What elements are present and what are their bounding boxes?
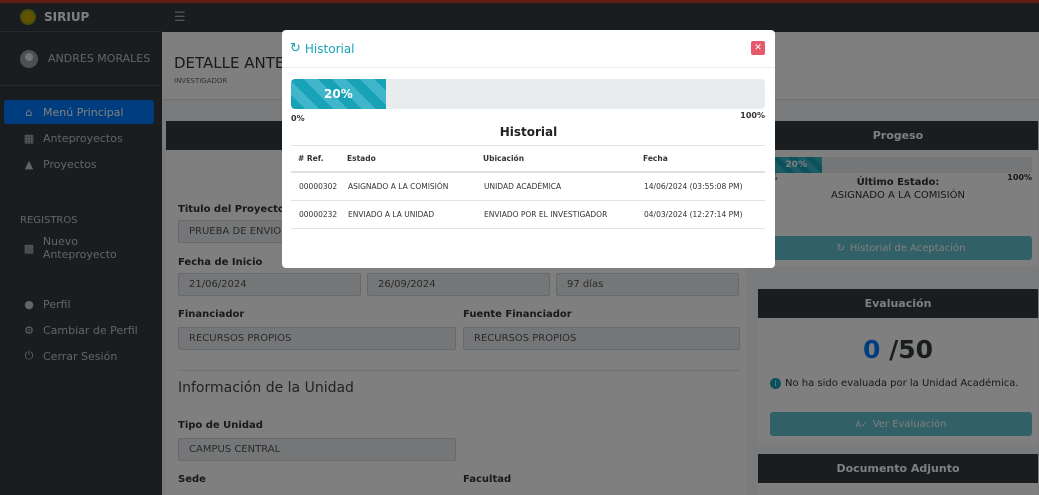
modal-header: ↻ Historial ✕ bbox=[282, 30, 775, 68]
table-cell: 00000302 bbox=[299, 182, 338, 191]
table-row: 00000302 ASIGNADO A LA COMISIÓN UNIDAD A… bbox=[291, 173, 765, 201]
table-cell: ASIGNADO A LA COMISIÓN bbox=[348, 182, 449, 191]
modal-progress-bar: 20% bbox=[291, 79, 765, 109]
table-cell: ENVIADO POR EL INVESTIGADOR bbox=[484, 210, 608, 219]
column-header: Fecha bbox=[643, 154, 668, 163]
column-header: Estado bbox=[347, 154, 376, 163]
progress-max-label: 100% bbox=[740, 111, 765, 120]
table-header-row: # Ref. Estado Ubicación Fecha bbox=[291, 145, 765, 173]
table-row: 00000232 ENVIADO A LA UNIDAD ENVIADO POR… bbox=[291, 201, 765, 229]
historial-modal: ↻ Historial ✕ 20% 0% 100% Historial # Re… bbox=[282, 30, 775, 268]
column-header: Ubicación bbox=[483, 154, 525, 163]
table-cell: UNIDAD ACADÉMICA bbox=[484, 182, 562, 191]
table-cell: 00000232 bbox=[299, 210, 338, 219]
table-cell: 14/06/2024 (03:55:08 PM) bbox=[644, 182, 743, 191]
history-icon: ↻ bbox=[290, 41, 301, 56]
modal-progress-fill: 20% bbox=[291, 79, 386, 109]
table-cell: ENVIADO A LA UNIDAD bbox=[348, 210, 435, 219]
close-button[interactable]: ✕ bbox=[751, 41, 765, 55]
table-cell: 04/03/2024 (12:27:14 PM) bbox=[644, 210, 743, 219]
progress-min-label: 0% bbox=[291, 114, 305, 123]
historial-table-title: Historial bbox=[499, 125, 558, 139]
modal-title: Historial bbox=[304, 41, 355, 56]
column-header: # Ref. bbox=[298, 154, 324, 163]
historial-table: # Ref. Estado Ubicación Fecha 00000302 A… bbox=[291, 145, 765, 229]
